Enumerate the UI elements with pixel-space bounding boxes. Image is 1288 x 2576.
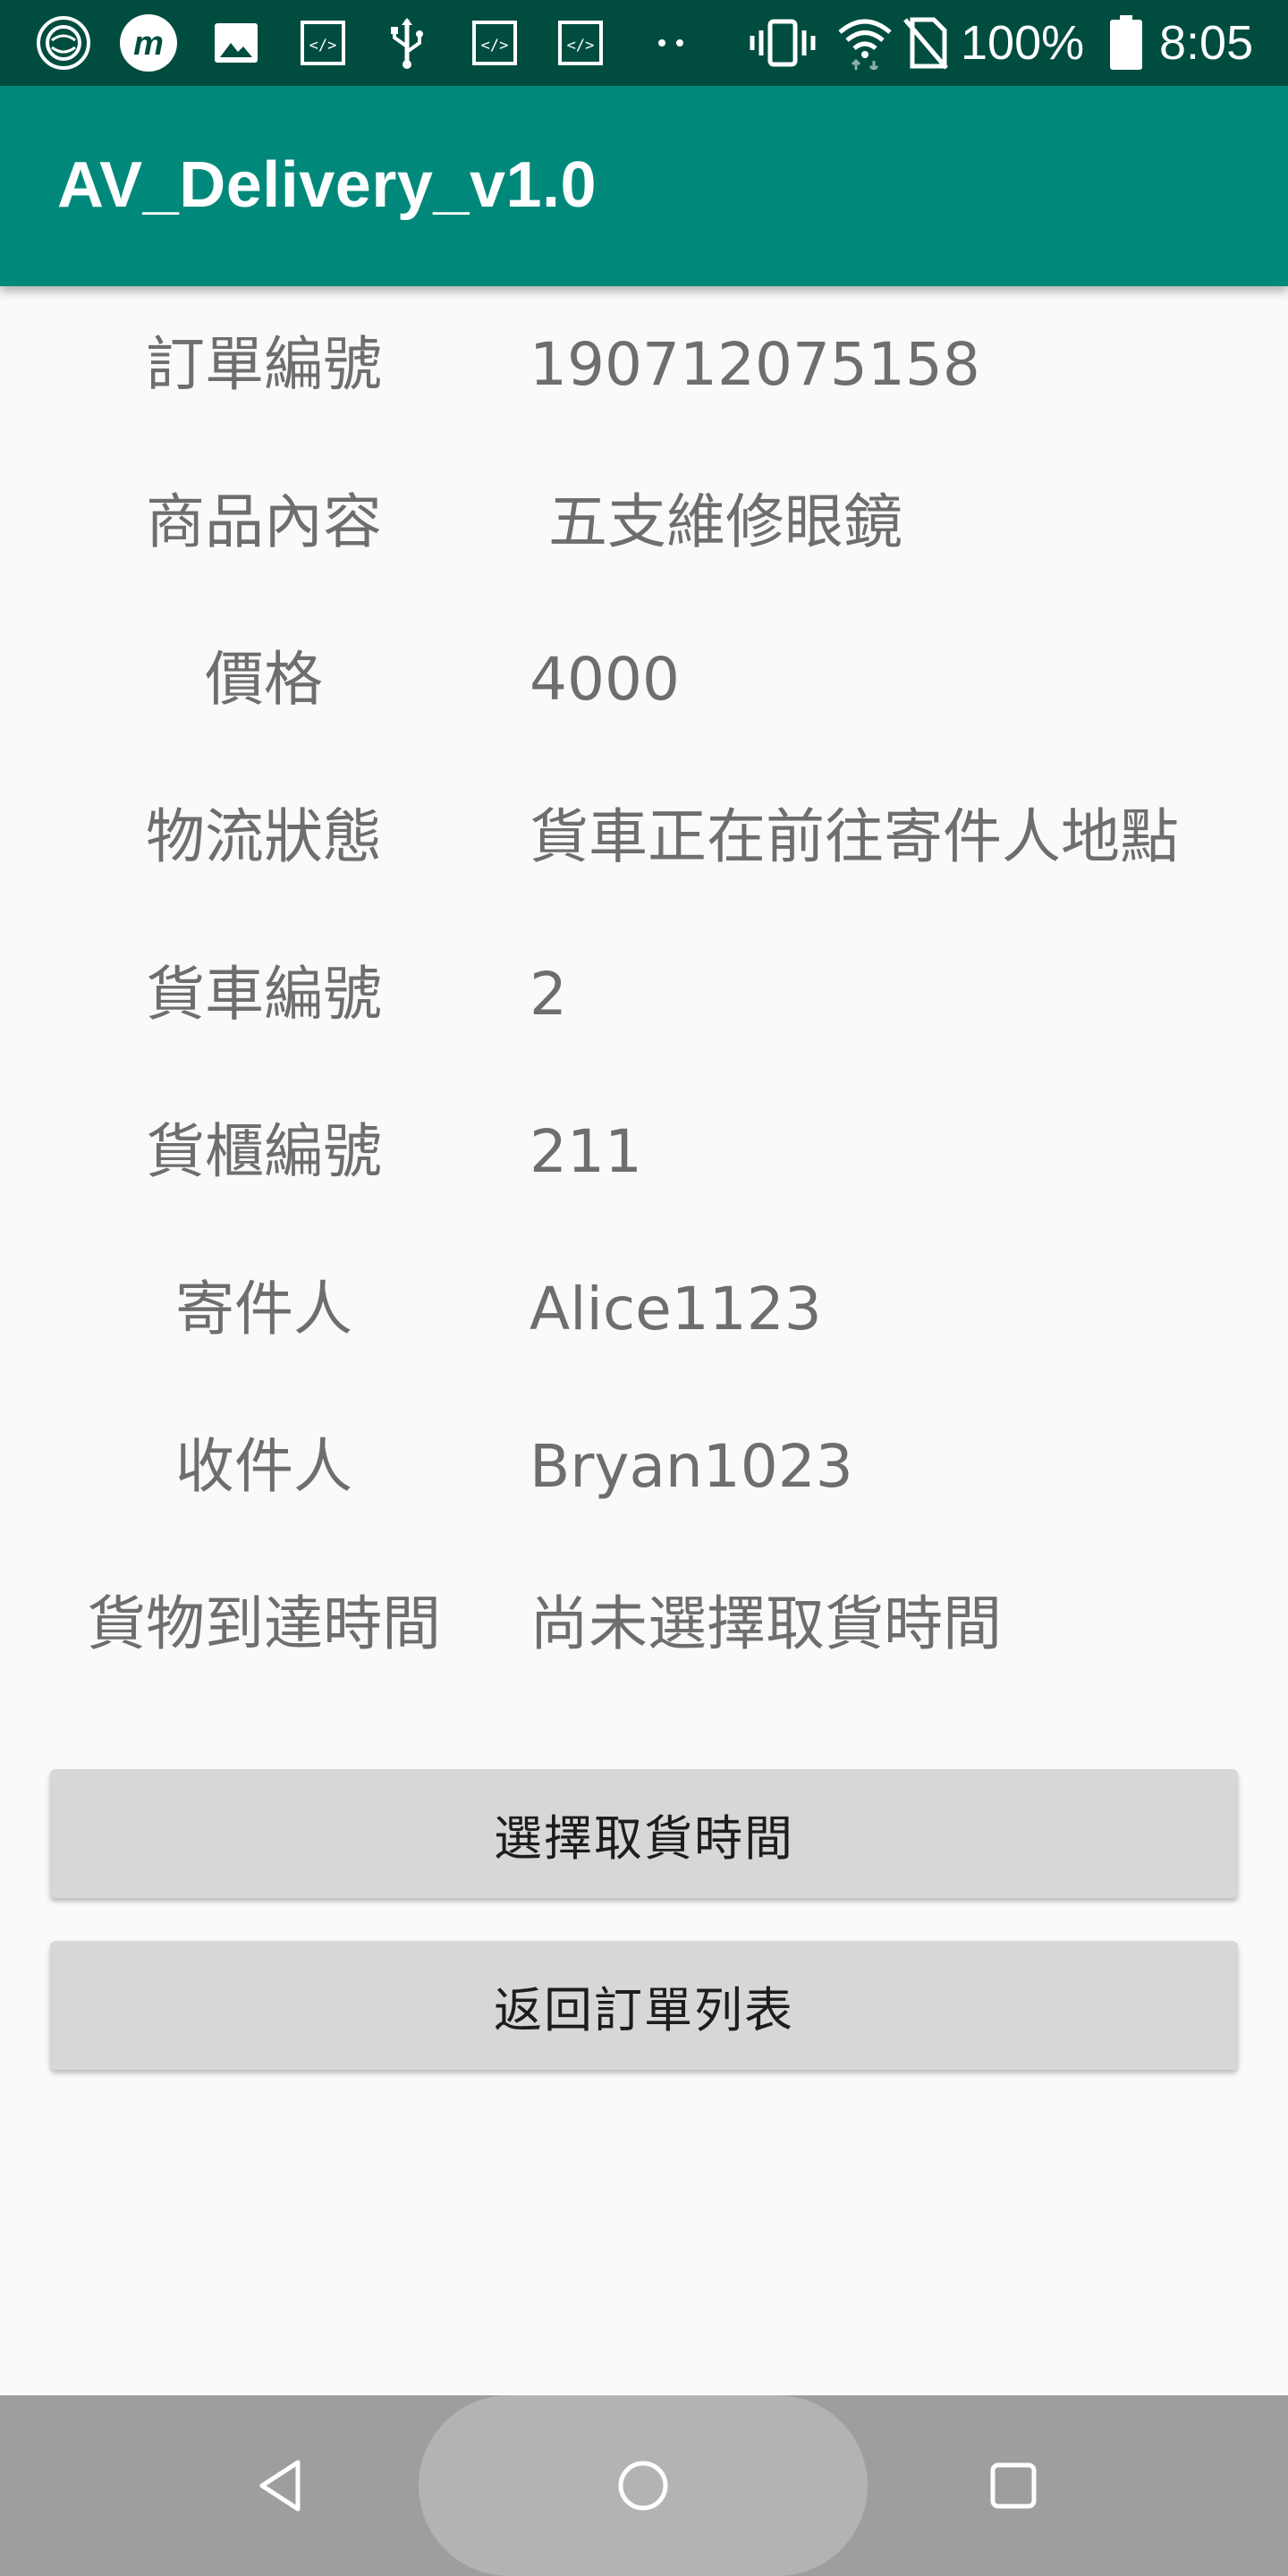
no-sim-icon bbox=[900, 17, 950, 70]
svg-text:</>: </> bbox=[481, 37, 509, 55]
wifi-icon bbox=[835, 18, 894, 70]
arrival-time-label: 貨物到達時間 bbox=[87, 1589, 441, 1658]
detail-row-product: 商品內容 五支維修眼鏡 bbox=[0, 444, 1288, 601]
clock-time: 8:05 bbox=[1159, 16, 1254, 70]
detail-row-order-number: 訂單編號 190712075158 bbox=[0, 286, 1288, 444]
product-label: 商品內容 bbox=[146, 487, 382, 556]
battery-percent: 100% bbox=[961, 16, 1085, 70]
detail-row-sender: 寄件人 Alice1123 bbox=[0, 1231, 1288, 1388]
svg-text:</>: </> bbox=[567, 37, 595, 55]
recipient-value: Bryan1023 bbox=[530, 1432, 853, 1501]
recents-icon[interactable] bbox=[973, 2445, 1054, 2526]
vibrate-icon bbox=[748, 18, 818, 68]
shipping-status-value: 貨車正在前往寄件人地點 bbox=[530, 802, 1179, 871]
arrival-time-value: 尚未選擇取貨時間 bbox=[530, 1589, 1002, 1658]
choose-pickup-time-button[interactable]: 選擇取貨時間 bbox=[50, 1769, 1238, 1898]
truck-number-label: 貨車編號 bbox=[146, 960, 382, 1029]
app-title: AV_Delivery_v1.0 bbox=[57, 149, 597, 221]
navigation-bar bbox=[0, 2395, 1288, 2576]
back-icon[interactable] bbox=[240, 2445, 320, 2526]
price-value: 4000 bbox=[530, 645, 680, 714]
detail-row-price: 價格 4000 bbox=[0, 601, 1288, 758]
recipient-label: 收件人 bbox=[175, 1432, 352, 1501]
usb-icon bbox=[385, 18, 429, 69]
container-number-value: 211 bbox=[530, 1117, 642, 1186]
shipping-status-label: 物流狀態 bbox=[146, 802, 382, 871]
product-value: 五支維修眼鏡 bbox=[530, 487, 902, 556]
home-icon[interactable] bbox=[603, 2445, 683, 2526]
sender-value: Alice1123 bbox=[530, 1275, 822, 1343]
container-number-label: 貨櫃編號 bbox=[146, 1117, 382, 1186]
sender-label: 寄件人 bbox=[175, 1275, 352, 1343]
status-bar: m </> </> </> 100% 8:05 bbox=[0, 0, 1288, 86]
back-to-orders-button[interactable]: 返回訂單列表 bbox=[50, 1941, 1238, 2070]
code-icon: </> bbox=[470, 18, 519, 68]
detail-row-truck-number: 貨車編號 2 bbox=[0, 916, 1288, 1073]
order-number-label: 訂單編號 bbox=[146, 330, 382, 399]
battery-icon bbox=[1107, 15, 1145, 70]
price-label: 價格 bbox=[205, 645, 323, 714]
order-number-value: 190712075158 bbox=[530, 330, 980, 399]
svg-text:m: m bbox=[133, 25, 164, 63]
code-icon: </> bbox=[556, 18, 605, 68]
truck-number-value: 2 bbox=[530, 960, 567, 1029]
m-app-icon: m bbox=[116, 14, 181, 72]
app-bar: AV_Delivery_v1.0 bbox=[0, 86, 1288, 286]
detail-row-recipient: 收件人 Bryan1023 bbox=[0, 1388, 1288, 1546]
svg-text:</>: </> bbox=[309, 37, 337, 55]
detail-row-arrival-time: 貨物到達時間 尚未選擇取貨時間 bbox=[0, 1546, 1288, 1703]
code-icon: </> bbox=[299, 18, 347, 68]
signal-ring-icon bbox=[34, 16, 93, 70]
detail-row-shipping-status: 物流狀態 貨車正在前往寄件人地點 bbox=[0, 758, 1288, 916]
image-icon bbox=[211, 18, 261, 68]
more-dots-icon bbox=[653, 18, 689, 68]
detail-row-container-number: 貨櫃編號 211 bbox=[0, 1073, 1288, 1231]
